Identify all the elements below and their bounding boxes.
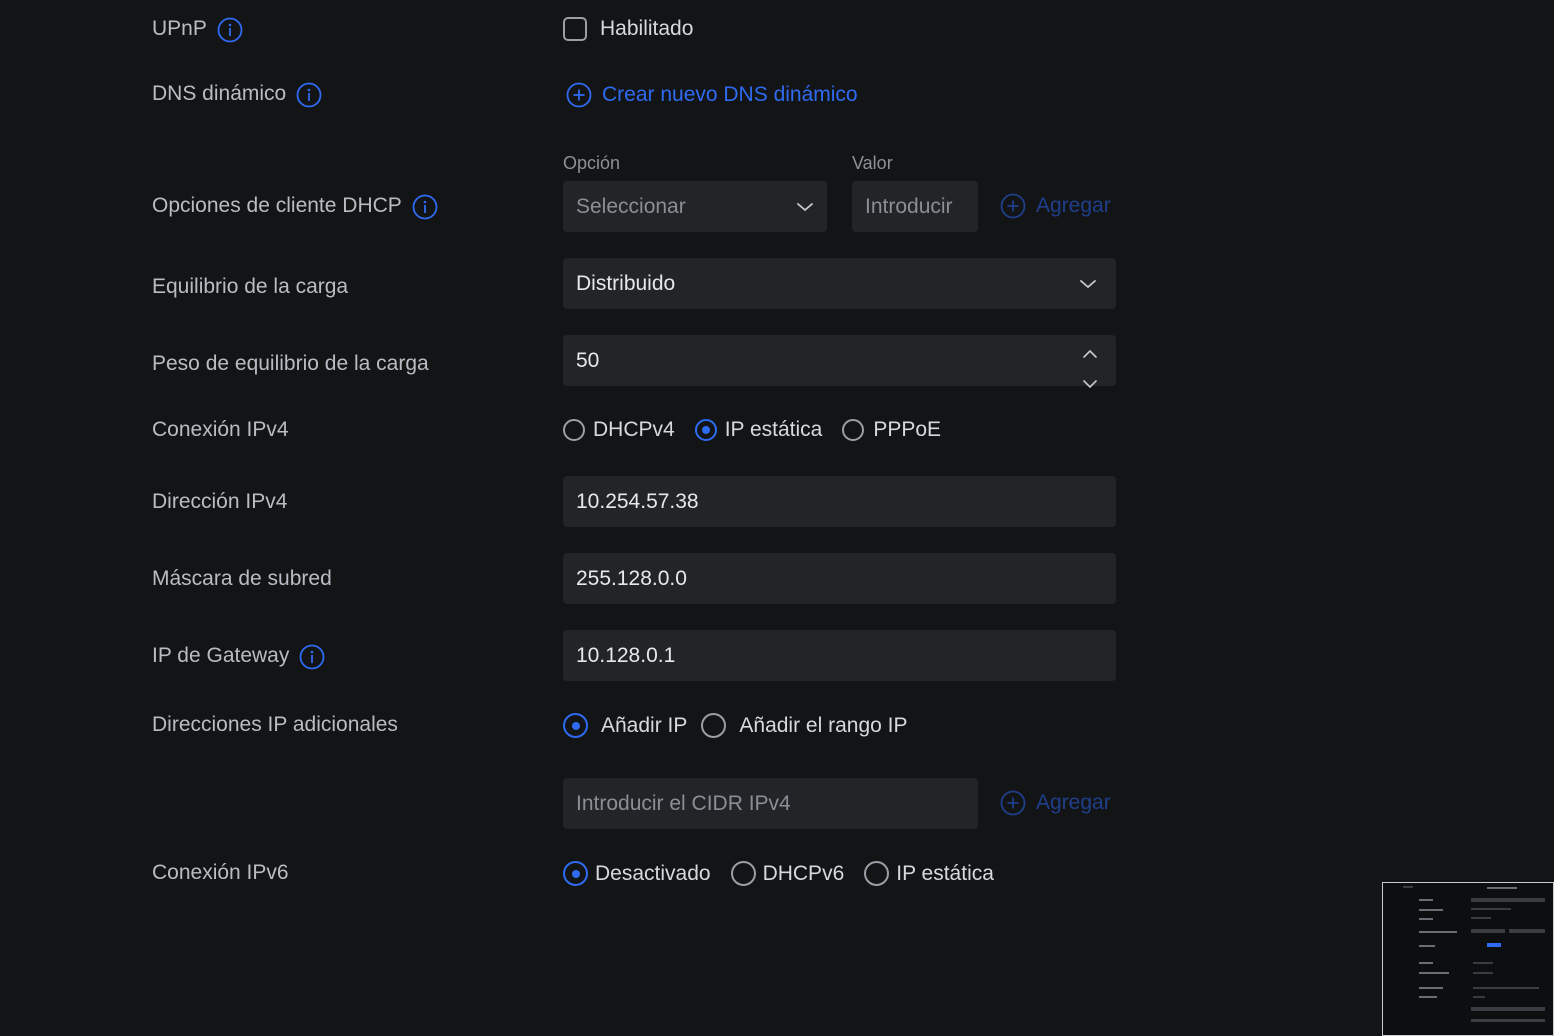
gateway-label-row: IP de Gateway [152, 644, 325, 670]
info-icon[interactable] [412, 194, 438, 220]
radio-ipv6-static[interactable]: IP estática [864, 861, 994, 886]
load-balance-label-text: Equilibrio de la carga [152, 275, 349, 298]
add-dhcp-option-button[interactable]: Agregar [1000, 193, 1111, 219]
load-balance-weight-label-text: Peso de equilibrio de la carga [152, 352, 429, 375]
upnp-enabled-checkbox[interactable] [563, 17, 587, 41]
radio-ipv6-disabled[interactable]: Desactivado [563, 861, 711, 886]
radio-static-ip-label: IP estática [724, 418, 823, 441]
create-ddns-label: Crear nuevo DNS dinámico [602, 83, 858, 106]
chevron-down-icon [796, 201, 814, 213]
radio-pppoe[interactable]: PPPoE [842, 418, 941, 442]
ipv4-address-input[interactable]: 10.254.57.38 [563, 476, 1116, 527]
load-balance-label: Equilibrio de la carga [152, 275, 348, 299]
create-ddns-link[interactable]: Crear nuevo DNS dinámico [566, 82, 858, 108]
ddns-label-row: DNS dinámico [152, 82, 322, 108]
radio-pppoe-label: PPPoE [873, 418, 942, 441]
upnp-enabled-label: Habilitado [600, 17, 694, 40]
ipv6-connection-label: Conexión IPv6 [152, 861, 289, 885]
radio-dhcpv4-label: DHCPv4 [593, 418, 675, 441]
plus-circle-icon [566, 82, 592, 108]
ipv4-address-value: 10.254.57.38 [576, 489, 699, 513]
radio-button[interactable] [842, 419, 865, 441]
additional-ips-label: Direcciones IP adicionales [152, 713, 398, 737]
radio-button-selected[interactable] [694, 419, 717, 441]
ipv6-connection-label-text: Conexión IPv6 [152, 861, 289, 884]
radio-button[interactable] [701, 713, 727, 738]
radio-button[interactable] [730, 861, 756, 886]
ipv4-connection-label: Conexión IPv4 [152, 418, 289, 442]
gateway-label: IP de Gateway [152, 644, 290, 667]
radio-add-ip-range[interactable]: Añadir el rango IP [701, 713, 908, 738]
subnet-mask-label: Máscara de subred [152, 567, 332, 591]
radio-ipv6-disabled-label: Desactivado [595, 861, 711, 885]
radio-add-ip-range-label: Añadir el rango IP [739, 713, 908, 737]
cidr-input[interactable]: Introducir el CIDR IPv4 [563, 778, 978, 829]
cidr-placeholder: Introducir el CIDR IPv4 [576, 791, 791, 815]
radio-button-selected[interactable] [563, 713, 588, 738]
dhcp-option-value-input[interactable]: Introducir [852, 181, 978, 232]
radio-static-ip[interactable]: IP estática [694, 418, 823, 442]
ddns-label: DNS dinámico [152, 82, 287, 105]
page-minimap[interactable] [1382, 882, 1554, 1036]
additional-ips-radio-group: Añadir IP Añadir el rango IP [563, 713, 908, 738]
info-icon[interactable] [217, 17, 243, 43]
add-cidr-label: Agregar [1036, 791, 1111, 814]
upnp-enabled-row: Habilitado [563, 17, 693, 41]
dhcp-options-label: Opciones de cliente DHCP [152, 194, 402, 217]
info-icon[interactable] [296, 82, 322, 108]
ipv4-connection-radio-group: DHCPv4 IP estática PPPoE [563, 418, 941, 442]
radio-dhcpv4[interactable]: DHCPv4 [563, 418, 675, 442]
load-balance-weight-value: 50 [576, 348, 600, 372]
subnet-mask-input[interactable]: 255.128.0.0 [563, 553, 1116, 604]
upnp-label: UPnP [152, 17, 207, 40]
ipv4-connection-label-text: Conexión IPv4 [152, 418, 289, 441]
radio-add-ip[interactable]: Añadir IP [563, 713, 687, 738]
info-icon[interactable] [299, 644, 325, 670]
settings-form: UPnP Habilitado DNS dinámico Crear nuevo… [0, 0, 1554, 1036]
option-column-header: Opción [563, 153, 621, 173]
dhcp-option-value-placeholder: Introducir [865, 194, 953, 218]
load-balance-weight-input[interactable]: 50 [563, 335, 1116, 389]
load-balance-weight-label: Peso de equilibrio de la carga [152, 352, 429, 376]
dhcp-options-label-row: Opciones de cliente DHCP [152, 194, 438, 220]
radio-button[interactable] [563, 419, 585, 441]
chevron-down-icon[interactable] [1082, 371, 1098, 395]
radio-button-selected[interactable] [563, 861, 588, 886]
value-column-header: Valor [852, 153, 893, 173]
dhcp-option-select-value: Seleccionar [576, 194, 686, 218]
additional-ips-label-text: Direcciones IP adicionales [152, 713, 398, 736]
chevron-up-icon[interactable] [1082, 341, 1098, 365]
radio-add-ip-label: Añadir IP [601, 713, 688, 737]
number-stepper [1082, 341, 1098, 395]
subnet-mask-value: 255.128.0.0 [576, 566, 687, 590]
gateway-input[interactable]: 10.128.0.1 [563, 630, 1116, 681]
ipv6-connection-radio-group: Desactivado DHCPv6 IP estática [563, 861, 994, 886]
ipv4-address-label-text: Dirección IPv4 [152, 490, 288, 513]
load-balance-select-value: Distribuido [576, 271, 676, 295]
gateway-value: 10.128.0.1 [576, 643, 676, 667]
ipv4-address-label: Dirección IPv4 [152, 490, 287, 514]
subnet-mask-label-text: Máscara de subred [152, 567, 332, 590]
plus-circle-icon [1000, 193, 1026, 219]
radio-dhcpv6-label: DHCPv6 [762, 861, 845, 885]
dhcp-option-select[interactable]: Seleccionar [563, 181, 827, 232]
plus-circle-icon [1000, 790, 1026, 816]
add-cidr-button[interactable]: Agregar [1000, 790, 1111, 816]
radio-dhcpv6[interactable]: DHCPv6 [730, 861, 845, 886]
radio-button[interactable] [864, 861, 890, 886]
upnp-label-row: UPnP [152, 17, 243, 43]
radio-ipv6-static-label: IP estática [896, 861, 994, 885]
chevron-down-icon [1079, 278, 1097, 290]
load-balance-select[interactable]: Distribuido [563, 258, 1116, 309]
add-dhcp-option-label: Agregar [1036, 194, 1111, 217]
